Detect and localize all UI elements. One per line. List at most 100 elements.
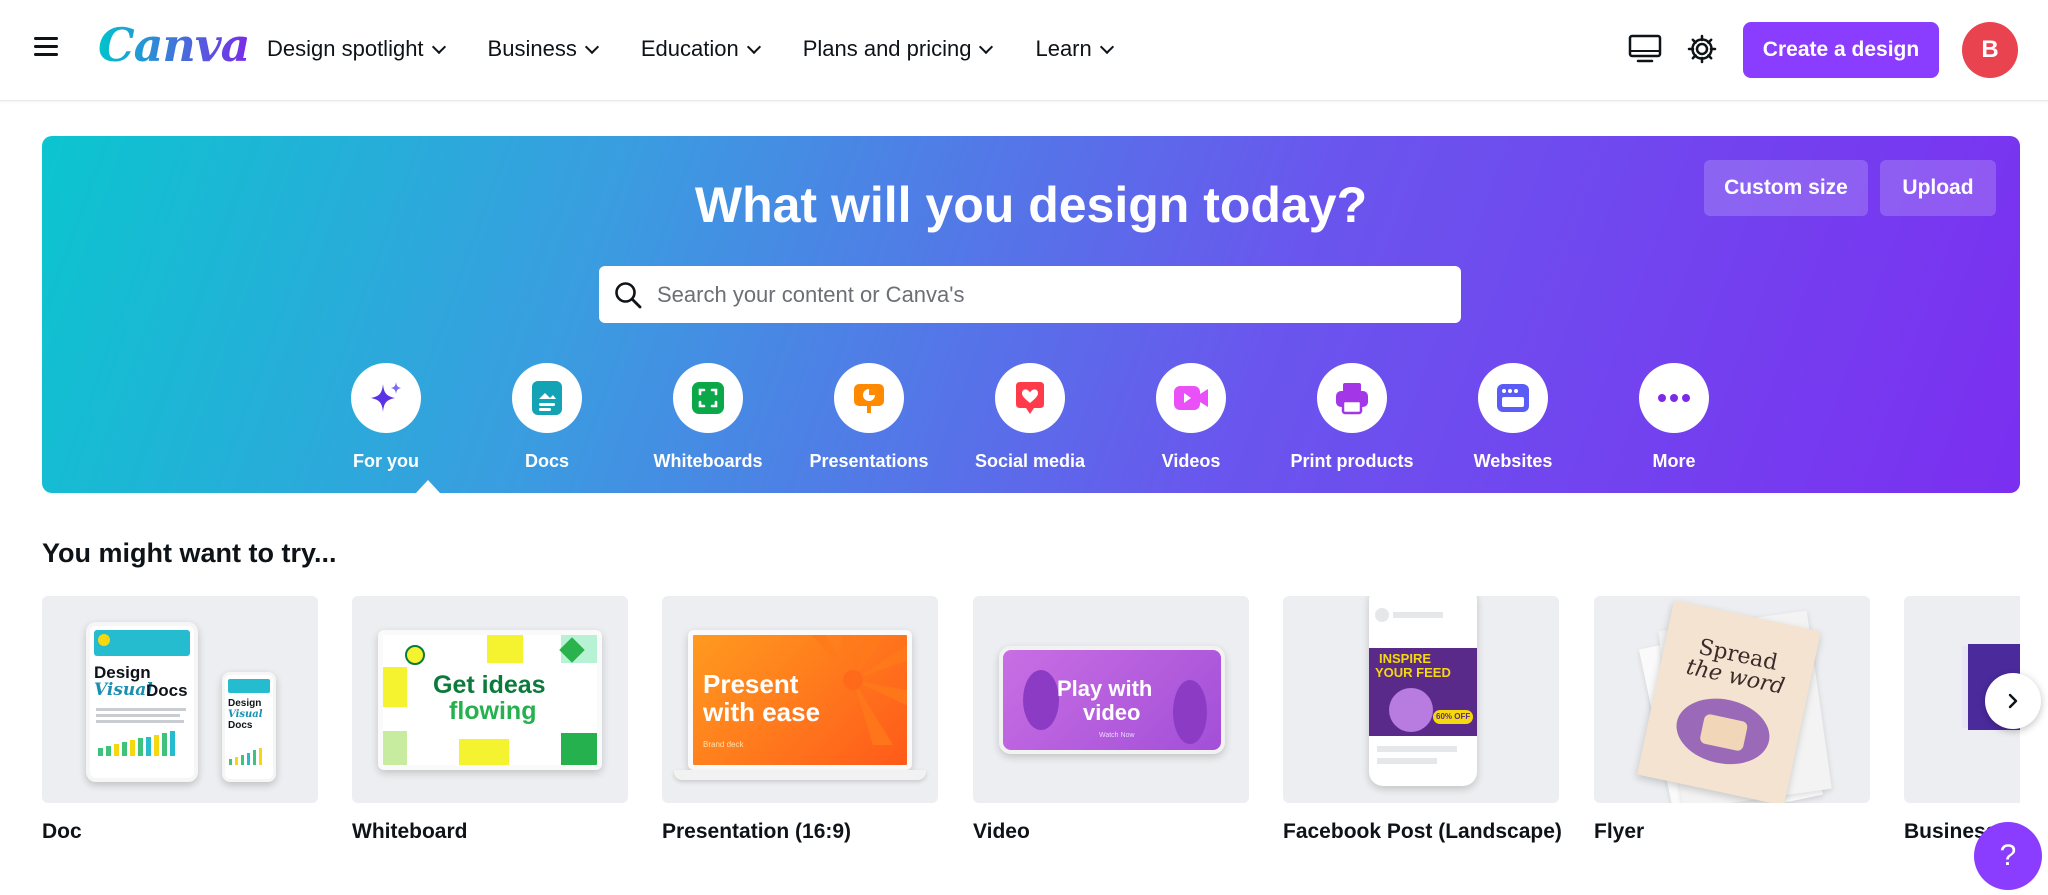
card-thumbnail: Get ideas flowing [352,596,628,803]
card-label: Doc [42,820,82,843]
doc-icon [532,381,562,415]
nav-links: Design spotlight Business Education Plan… [267,36,1114,62]
laptop-mockup: Present with ease Brand deck [688,630,912,770]
nav-business[interactable]: Business [488,36,599,62]
art-text: Visual [228,709,263,720]
hero-banner: What will you design today? Custom size … [42,136,2020,493]
desktop-app-icon[interactable] [1628,34,1662,64]
category-circle [512,363,582,433]
category-label: Docs [524,451,569,471]
nav-link-label: Learn [1035,36,1092,61]
category-circle [351,363,421,433]
category-circle [995,363,1065,433]
art-text: Visual [94,680,153,700]
chevron-down-icon [979,39,994,54]
art-text: Brand deck [703,740,744,749]
card-label: Flyer [1594,820,1645,843]
art-text: Docs [228,720,253,731]
template-card-whiteboard[interactable]: Get ideas flowing Whiteboard [352,596,628,844]
sparkle-icon [371,382,401,412]
tablet-mockup: Design Visual Docs [86,622,198,782]
art-text: Design [228,698,262,709]
card-thumbnail: Design Visual Docs Design Visual Docs [42,596,318,803]
nav-link-label: Plans and pricing [802,36,972,61]
category-social-media[interactable]: Social media [960,363,1100,472]
avatar[interactable]: B [1962,22,2018,78]
category-label: Print products [1290,451,1414,471]
art-text: Present [703,669,799,699]
card-label: Facebook Post (Landscape) [1283,820,1562,843]
category-more[interactable]: More [1604,363,1744,472]
category-for-you[interactable]: For you [316,363,456,472]
chevron-right-icon [2008,693,2018,709]
card-thumbnail: INSPIRE YOUR FEED 60% OFF [1283,596,1559,803]
template-card-presentation[interactable]: Present with ease Brand deck Presentatio… [662,596,938,844]
art-text: flowing [449,697,537,725]
category-docs[interactable]: Docs [477,363,617,472]
top-navigation: Canva Design spotlight Business Educatio… [0,0,2048,101]
card-label: Presentation (16:9) [662,820,852,843]
phone-landscape-mockup: Play with video Watch Now [999,646,1225,754]
template-card-flyer[interactable]: Spread the word Flyer [1594,596,1870,844]
category-circle [673,363,743,433]
template-card-doc[interactable]: Design Visual Docs Design Visual Docs Do… [42,596,318,844]
category-print-products[interactable]: Print products [1282,363,1422,472]
art-text: video [1083,700,1141,725]
category-websites[interactable]: Websites [1443,363,1583,472]
card-label: Whiteboard [352,820,468,843]
create-design-button[interactable]: Create a design [1743,22,1939,78]
presentation-icon [854,384,884,413]
nav-learn[interactable]: Learn [1035,36,1114,62]
gear-icon[interactable] [1686,33,1718,65]
category-circle [1478,363,1548,433]
nav-education[interactable]: Education [640,36,761,62]
category-label: Social media [974,451,1086,471]
website-icon [1497,384,1529,412]
template-card-facebook-post[interactable]: INSPIRE YOUR FEED 60% OFF Facebook Post … [1283,596,1562,844]
category-whiteboards[interactable]: Whiteboards [638,363,778,472]
category-circle [1156,363,1226,433]
menu-icon[interactable] [34,37,58,57]
category-videos[interactable]: Videos [1121,363,1261,472]
art-text: with ease [703,697,821,727]
laptop-base [674,770,926,780]
video-icon [1174,386,1208,410]
card-thumbnail: Spread the word [1594,596,1870,803]
category-label: Whiteboards [653,451,763,471]
search-input[interactable] [657,281,1417,308]
custom-size-button[interactable]: Custom size [1704,160,1868,216]
category-circle [1639,363,1709,433]
selected-category-indicator [416,480,440,493]
chevron-down-icon [1099,39,1114,54]
chevron-down-icon [746,39,761,54]
phone-mockup: INSPIRE YOUR FEED 60% OFF [1369,596,1477,786]
art-text: Play with [1057,676,1153,701]
art-text: Docs [146,681,188,700]
template-card-video[interactable]: Play with video Watch Now Video [973,596,1249,844]
help-button[interactable]: ? [1974,822,2042,890]
nav-link-label: Design spotlight [267,36,424,61]
category-label: More [1652,451,1696,471]
printer-icon [1336,383,1368,415]
carousel-next-button[interactable] [1985,673,2041,729]
nav-design-spotlight[interactable]: Design spotlight [267,36,446,62]
chevron-down-icon [431,39,446,54]
canva-logo[interactable]: Canva [98,18,250,72]
nav-link-label: Education [640,36,739,61]
section-title: You might want to try... [42,538,337,568]
card-label: Video [973,820,1030,843]
category-presentations[interactable]: Presentations [799,363,939,472]
art-text: 60% OFF [1433,710,1474,724]
card-thumbnail: Play with video Watch Now [973,596,1249,803]
search-icon [615,281,642,308]
nav-plans-and-pricing[interactable]: Plans and pricing [802,36,994,62]
category-label: Presentations [809,451,929,471]
more-icon [1658,394,1690,402]
upload-button[interactable]: Upload [1880,160,1996,216]
category-label: Videos [1161,451,1221,471]
search-bar[interactable] [599,266,1461,323]
phone-mockup: Design Visual Docs [222,672,276,782]
art-text: Watch Now [1099,732,1135,739]
category-label: Websites [1473,451,1553,471]
art-text: Design [94,663,151,682]
